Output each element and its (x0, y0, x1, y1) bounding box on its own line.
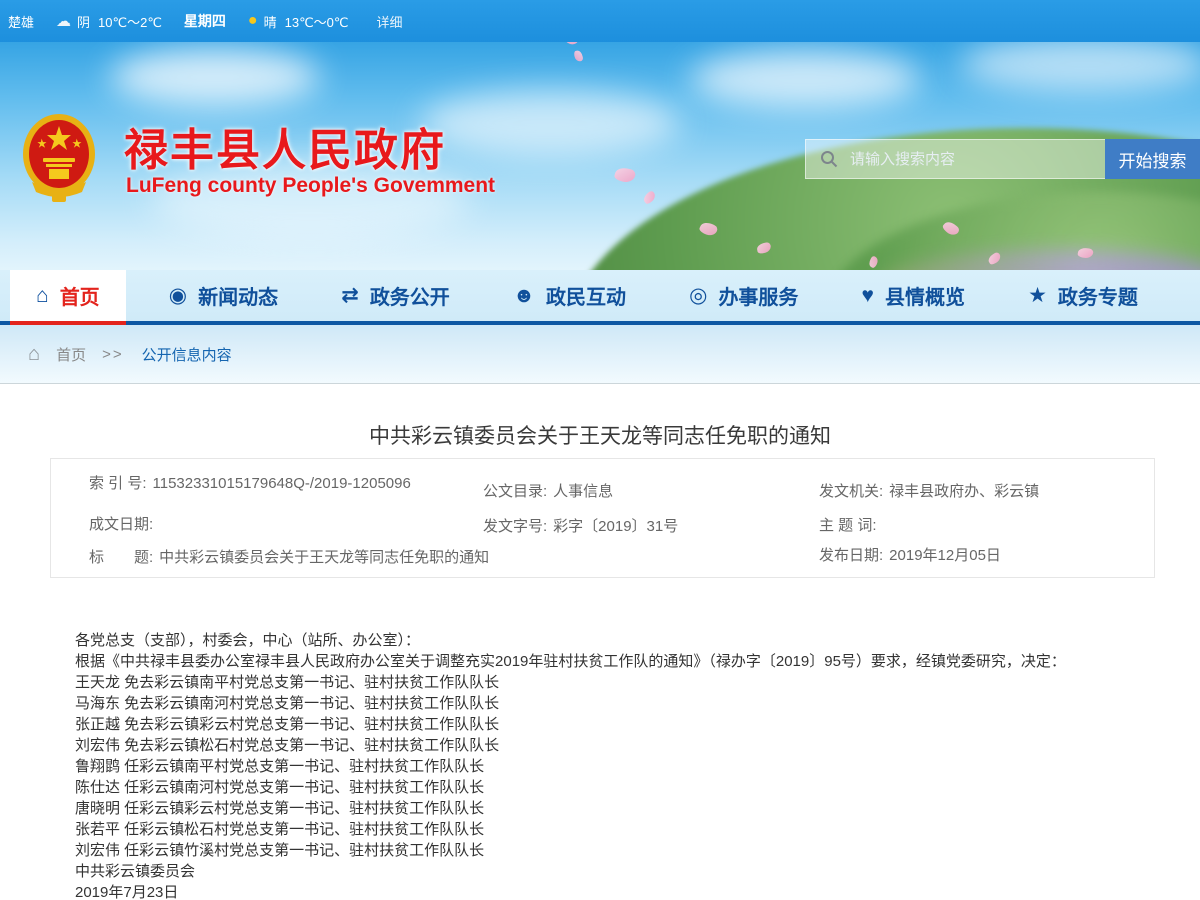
body-line: 鲁翔鹍 任彩云镇南平村党总支第一书记、驻村扶贫工作队队长 (75, 756, 1066, 777)
nav-item-home[interactable]: ⌂ 首页 (10, 270, 126, 321)
national-emblem-logo (22, 112, 96, 204)
search-icon (820, 150, 838, 168)
nav-item-county-overview[interactable]: ♥ 县情概览 (842, 270, 985, 321)
star-icon: ★ (1028, 285, 1047, 306)
search-input[interactable] (848, 150, 1105, 169)
weather-temp-1: 10℃～2℃ (98, 12, 162, 31)
meta-issuing-agency: 发文机关:禄丰县政府办、彩云镇 (819, 480, 1039, 501)
nav-item-interaction[interactable]: ☻ 政民互动 (493, 270, 646, 321)
main-navigation: ⌂ 首页 ◉ 新闻动态 ⇄ 政务公开 ☻ 政民互动 ◎ 办事服务 ♥ 县情概览 (0, 270, 1200, 325)
meta-index-number: 索 引 号:11532331015179648Q-/2019-1205096 (89, 472, 411, 493)
nav-label: 县情概览 (885, 281, 965, 310)
home-icon: ⌂ (36, 285, 49, 306)
cloud-shape (960, 42, 1200, 92)
nav-label: 政民互动 (546, 281, 626, 310)
weather-bar: 楚雄 ☁ 阴 10℃～2℃ 星期四 ● 晴 13℃～0℃ 详细 (0, 0, 1200, 42)
body-line: 中共彩云镇委员会 (75, 861, 1066, 882)
meta-publish-date: 发布日期:2019年12月05日 (819, 544, 1001, 565)
weather-condition-1: 阴 (77, 12, 90, 31)
body-line: 刘宏伟 免去彩云镇松石村党总支第一书记、驻村扶贫工作队队长 (75, 735, 1066, 756)
weather-weekday: 星期四 (184, 11, 226, 31)
news-globe-icon: ◉ (169, 285, 187, 306)
nav-label: 政务专题 (1058, 281, 1138, 310)
breadcrumb: ⌂ 首页 >> 公开信息内容 (0, 325, 1200, 384)
document-body: 各党总支（支部），村委会，中心（站所、办公室）： 根据《中共禄丰县委办公室禄丰县… (75, 630, 1066, 900)
nav-item-news[interactable]: ◉ 新闻动态 (149, 270, 298, 321)
nav-label: 新闻动态 (198, 281, 278, 310)
body-line: 马海东 免去彩云镇南河村党总支第一书记、驻村扶贫工作队队长 (75, 693, 1066, 714)
sun-icon: ● (248, 12, 258, 30)
cloud-icon: ☁ (56, 12, 71, 30)
cloud-shape (690, 50, 920, 108)
nav-label: 首页 (60, 281, 100, 310)
meta-title: 标 题:中共彩云镇委员会关于王天龙等同志任免职的通知 (89, 546, 489, 567)
breadcrumb-home-link[interactable]: 首页 (56, 344, 86, 365)
document-content: 中共彩云镇委员会关于王天龙等同志任免职的通知 索 引 号:11532331015… (0, 384, 1200, 900)
breadcrumb-home-icon: ⌂ (28, 343, 40, 366)
body-line: 陈仕达 任彩云镇南河村党总支第一书记、驻村扶贫工作队队长 (75, 777, 1066, 798)
nav-item-special-topics[interactable]: ★ 政务专题 (1008, 270, 1158, 321)
nav-item-gov-disclosure[interactable]: ⇄ 政务公开 (321, 270, 470, 321)
cloud-shape (420, 90, 680, 156)
site-subtitle: LuFeng county People's Govemment (126, 174, 495, 198)
meta-doc-number: 发文字号:彩字〔2019〕31号 (483, 515, 678, 536)
weather-temp-2: 13℃～0℃ (285, 12, 349, 31)
nav-item-services[interactable]: ◎ 办事服务 (669, 270, 818, 321)
breadcrumb-separator: >> (102, 346, 124, 363)
body-line: 各党总支（支部），村委会，中心（站所、办公室）： (75, 630, 1066, 651)
header-banner: 禄丰县人民政府 LuFeng county People's Govemment… (0, 42, 1200, 270)
page: 楚雄 ☁ 阴 10℃～2℃ 星期四 ● 晴 13℃～0℃ 详细 (0, 0, 1200, 900)
body-line: 2019年7月23日 (75, 882, 1066, 900)
weather-detail-link[interactable]: 详细 (377, 12, 403, 31)
document-title: 中共彩云镇委员会关于王天龙等同志任免职的通知 (0, 420, 1200, 450)
search-box (805, 139, 1105, 179)
body-line: 王天龙 免去彩云镇南平村党总支第一书记、驻村扶贫工作队队长 (75, 672, 1066, 693)
body-line: 张若平 任彩云镇松石村党总支第一书记、驻村扶贫工作队队长 (75, 819, 1066, 840)
nav-label: 办事服务 (718, 281, 798, 310)
search-button[interactable]: 开始搜索 (1105, 139, 1200, 179)
search-bar: 开始搜索 (805, 139, 1200, 179)
body-line: 根据《中共禄丰县委办公室禄丰县人民政府办公室关于调整充实2019年驻村扶贫工作队… (75, 651, 1066, 672)
document-meta-table: 索 引 号:11532331015179648Q-/2019-1205096 成… (50, 458, 1155, 578)
eye-target-icon: ◎ (689, 285, 707, 306)
weather-city: 楚雄 (8, 12, 34, 31)
meta-subject-words: 主 题 词: (819, 514, 883, 535)
body-line: 唐晓明 任彩云镇彩云村党总支第一书记、驻村扶贫工作队队长 (75, 798, 1066, 819)
body-line: 张正越 免去彩云镇彩云村党总支第一书记、驻村扶贫工作队队长 (75, 714, 1066, 735)
nav-label: 政务公开 (370, 281, 450, 310)
person-icon: ☻ (513, 285, 535, 306)
meta-catalog: 公文目录:人事信息 (483, 480, 613, 501)
cloud-shape (110, 48, 320, 106)
weather-condition-2: 晴 (264, 12, 277, 31)
site-title: 禄丰县人民政府 (124, 114, 446, 178)
body-line: 刘宏伟 任彩云镇竹溪村党总支第一书记、驻村扶贫工作队队长 (75, 840, 1066, 861)
meta-written-date: 成文日期: (89, 513, 159, 534)
exchange-icon: ⇄ (341, 285, 359, 306)
heart-hand-icon: ♥ (862, 285, 874, 306)
breadcrumb-current-link[interactable]: 公开信息内容 (142, 344, 232, 365)
